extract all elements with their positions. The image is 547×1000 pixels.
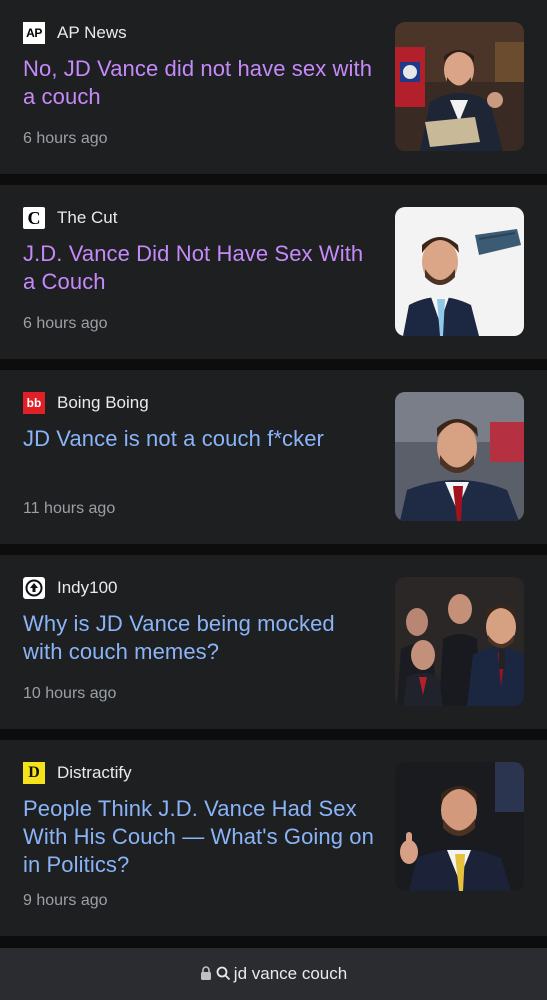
- the-cut-logo-icon: C: [23, 207, 45, 229]
- article-thumbnail[interactable]: [395, 392, 524, 521]
- source-name: Indy100: [57, 578, 118, 597]
- news-card-ap-news[interactable]: AP AP News No, JD Vance did not have sex…: [0, 0, 547, 174]
- indy100-logo-icon: [23, 577, 45, 599]
- source-row: AP AP News: [23, 22, 127, 44]
- thumbnail-image: [395, 577, 524, 706]
- url-display[interactable]: jd vance couch: [200, 964, 347, 984]
- source-name: AP News: [57, 23, 127, 42]
- source-name: Boing Boing: [57, 393, 149, 412]
- source-row: C The Cut: [23, 207, 117, 229]
- timestamp: 6 hours ago: [23, 315, 108, 332]
- ap-news-logo-icon: AP: [23, 22, 45, 44]
- lock-icon: [200, 966, 214, 982]
- article-thumbnail[interactable]: [395, 207, 524, 336]
- distractify-logo-icon: D: [23, 762, 45, 784]
- news-card-indy100[interactable]: Indy100 Why is JD Vance being mocked wit…: [0, 555, 547, 729]
- address-bar[interactable]: jd vance couch: [0, 948, 547, 1000]
- news-card-boing-boing[interactable]: bb Boing Boing JD Vance is not a couch f…: [0, 370, 547, 544]
- timestamp: 10 hours ago: [23, 685, 117, 702]
- article-thumbnail[interactable]: [395, 762, 524, 891]
- thumbnail-image: [395, 22, 524, 151]
- headline-link[interactable]: Why is JD Vance being mocked with couch …: [23, 610, 375, 666]
- article-thumbnail[interactable]: [395, 577, 524, 706]
- logo-text: D: [28, 764, 40, 781]
- timestamp: 9 hours ago: [23, 892, 108, 909]
- headline-link[interactable]: J.D. Vance Did Not Have Sex With a Couch: [23, 240, 375, 296]
- news-card-distractify[interactable]: D Distractify People Think J.D. Vance Ha…: [0, 740, 547, 936]
- news-card-the-cut[interactable]: C The Cut J.D. Vance Did Not Have Sex Wi…: [0, 185, 547, 359]
- news-feed: AP AP News No, JD Vance did not have sex…: [0, 0, 547, 948]
- headline-link[interactable]: JD Vance is not a couch f*cker: [23, 425, 375, 453]
- article-thumbnail[interactable]: [395, 22, 524, 151]
- timestamp: 6 hours ago: [23, 130, 108, 147]
- logo-text: AP: [26, 26, 42, 40]
- indy100-glyph: [25, 579, 43, 597]
- search-icon: [216, 966, 232, 982]
- source-name: The Cut: [57, 208, 118, 227]
- search-query: jd vance couch: [233, 964, 348, 983]
- source-row: bb Boing Boing: [23, 392, 149, 414]
- headline-link[interactable]: People Think J.D. Vance Had Sex With His…: [23, 795, 375, 879]
- logo-text: C: [27, 207, 41, 228]
- timestamp: 11 hours ago: [23, 500, 116, 517]
- logo-text: bb: [26, 396, 42, 410]
- thumbnail-image: [395, 207, 524, 336]
- thumbnail-image: [395, 392, 524, 521]
- boing-boing-logo-icon: bb: [23, 392, 45, 414]
- headline-link[interactable]: No, JD Vance did not have sex with a cou…: [23, 55, 375, 111]
- thumbnail-image: [395, 762, 524, 891]
- source-row: Indy100: [23, 577, 118, 599]
- source-name: Distractify: [57, 763, 132, 782]
- source-row: D Distractify: [23, 762, 132, 784]
